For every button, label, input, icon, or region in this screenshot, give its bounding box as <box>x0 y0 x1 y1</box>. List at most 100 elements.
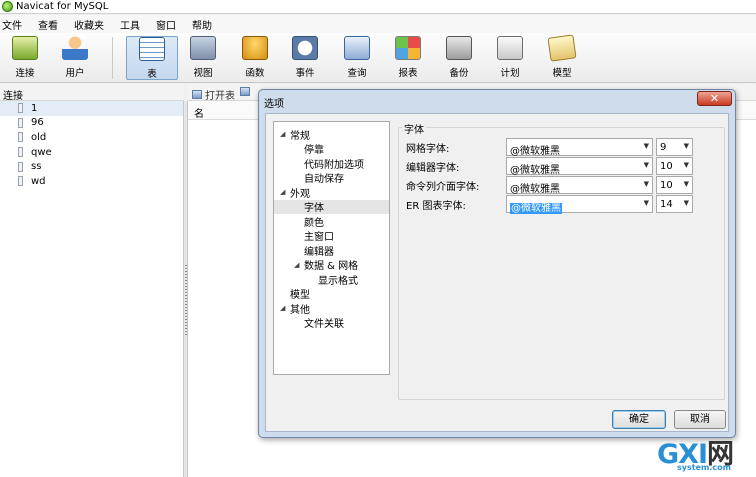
editor-font-size-select[interactable]: 10 ▼ <box>656 157 693 175</box>
connection-name: 96 <box>31 117 44 129</box>
table-button[interactable]: 表 <box>126 36 178 80</box>
menu-help[interactable]: 帮助 <box>192 17 212 32</box>
connection-icon <box>18 117 23 128</box>
query-button[interactable]: 查询 <box>340 36 374 80</box>
tree-item-data-grid[interactable]: ◢ 数据 & 网格 <box>294 258 358 273</box>
tree-item-model[interactable]: 模型 <box>290 287 310 301</box>
connection-name: 1 <box>31 102 38 114</box>
connection-item[interactable]: ss <box>0 159 183 174</box>
splitter-grip-icon[interactable] <box>185 265 187 335</box>
navicat-logo-icon <box>2 1 13 12</box>
editor-font-label: 编辑器字体: <box>406 163 460 174</box>
connection-name: old <box>31 131 47 143</box>
tree-item-general[interactable]: ◢ 常规 <box>280 127 310 142</box>
query-label: 查询 <box>347 68 367 79</box>
model-button[interactable]: 模型 <box>545 34 579 80</box>
menu-favorites[interactable]: 收藏夹 <box>74 17 104 32</box>
connection-item[interactable]: wd <box>0 174 183 189</box>
tree-item-autosave[interactable]: 自动保存 <box>304 171 344 185</box>
schedule-label: 计划 <box>500 68 520 79</box>
er-font-select[interactable]: @微软雅黑 ▼ <box>506 195 653 214</box>
connection-pane-header: 连接 <box>0 84 184 102</box>
connection-icon <box>18 132 23 143</box>
connection-name: wd <box>31 175 46 187</box>
expand-triangle-icon[interactable]: ◢ <box>280 188 290 196</box>
report-icon <box>395 36 421 60</box>
design-table-icon <box>240 87 250 96</box>
view-label: 视图 <box>193 68 213 79</box>
ok-button[interactable]: 确定 <box>612 410 666 429</box>
connection-item[interactable]: old <box>0 130 183 145</box>
close-icon[interactable]: ✕ <box>697 91 732 106</box>
connect-label: 连接 <box>15 68 35 79</box>
menu-window[interactable]: 窗口 <box>156 17 176 32</box>
editor-font-select[interactable]: @微软雅黑 ▼ <box>506 157 653 176</box>
event-button[interactable]: 事件 <box>288 36 322 80</box>
cli-font-size-select[interactable]: 10 ▼ <box>656 176 693 194</box>
design-table-button[interactable] <box>240 87 253 96</box>
connect-button[interactable]: 连接 <box>8 36 42 80</box>
dropdown-arrow-icon: ▼ <box>683 161 689 169</box>
connection-item[interactable]: qwe <box>0 145 183 160</box>
tree-item-docking[interactable]: 停靠 <box>304 142 324 156</box>
grid-font-value: @微软雅黑 <box>510 146 560 157</box>
cancel-button[interactable]: 取消 <box>674 410 726 429</box>
expand-triangle-icon[interactable]: ◢ <box>280 304 290 312</box>
tree-label: 常规 <box>290 130 310 142</box>
dropdown-arrow-icon: ▼ <box>683 142 689 150</box>
watermark-g: G <box>657 439 679 470</box>
editor-font-size-value: 10 <box>660 161 673 172</box>
tree-item-editor[interactable]: 编辑器 <box>304 243 334 258</box>
user-button[interactable]: 用户 <box>58 36 92 80</box>
menu-tools[interactable]: 工具 <box>120 17 140 32</box>
tree-item-display-format[interactable]: 显示格式 <box>318 272 358 287</box>
er-font-size-select[interactable]: 14 ▼ <box>656 195 693 213</box>
tree-item-code-options[interactable]: 代码附加选项 <box>304 156 364 171</box>
expand-triangle-icon[interactable]: ◢ <box>280 130 290 138</box>
watermark-domain: system.com <box>677 463 731 472</box>
menu-file[interactable]: 文件 <box>2 17 22 32</box>
main-toolbar: 连接 用户 表 视图 函数 事件 查询 报表 备份 计划 模型 <box>0 33 756 83</box>
function-button[interactable]: 函数 <box>238 36 272 80</box>
tree-item-other[interactable]: ◢ 其他 <box>280 301 310 316</box>
connection-item[interactable]: 1 <box>0 101 183 116</box>
dialog-titlebar[interactable]: 选项 ✕ <box>259 90 735 112</box>
options-dialog: 选项 ✕ ◢ 常规 停靠 代码附加选项 自动保存 ◢ 外观 字体 颜色 主窗口 … <box>258 89 736 438</box>
tree-item-main-window[interactable]: 主窗口 <box>304 229 334 243</box>
menu-view[interactable]: 查看 <box>38 17 58 32</box>
open-table-button[interactable]: 打开表 <box>192 87 235 102</box>
model-icon <box>547 34 577 62</box>
connection-name: qwe <box>31 146 52 158</box>
dropdown-arrow-icon: ▼ <box>643 142 649 150</box>
grid-font-size-value: 9 <box>660 142 667 153</box>
dropdown-arrow-icon: ▼ <box>683 180 689 188</box>
schedule-button[interactable]: 计划 <box>493 36 527 80</box>
dropdown-arrow-icon: ▼ <box>643 199 649 207</box>
cli-font-select[interactable]: @微软雅黑 ▼ <box>506 176 653 195</box>
tree-item-color[interactable]: 颜色 <box>304 214 324 229</box>
report-label: 报表 <box>398 68 418 79</box>
tree-item-file-assoc[interactable]: 文件关联 <box>304 316 344 330</box>
tree-item-font[interactable]: 字体 <box>274 199 389 214</box>
view-button[interactable]: 视图 <box>186 36 220 80</box>
section-title: 字体 <box>402 121 426 136</box>
er-font-value: @微软雅黑 <box>510 203 562 214</box>
connection-icon <box>18 147 23 158</box>
connection-item[interactable]: 96 <box>0 116 183 131</box>
function-icon <box>242 36 268 60</box>
connection-tree: 1 96 old qwe ss wd <box>0 101 184 477</box>
query-icon <box>344 36 370 60</box>
open-table-label: 打开表 <box>205 91 235 102</box>
connect-icon <box>12 36 38 60</box>
grid-font-size-select[interactable]: 9 ▼ <box>656 138 693 156</box>
expand-triangle-icon[interactable]: ◢ <box>294 261 304 269</box>
tree-item-appearance[interactable]: ◢ 外观 <box>280 185 310 200</box>
font-settings-panel: 字体 网格字体: @微软雅黑 ▼ 9 ▼ 编辑器字体: @微软雅黑 ▼ 10 ▼… <box>396 121 725 400</box>
title-bar: Navicat for MySQL <box>0 0 756 14</box>
grid-font-select[interactable]: @微软雅黑 ▼ <box>506 138 653 157</box>
backup-button[interactable]: 备份 <box>442 36 476 80</box>
report-button[interactable]: 报表 <box>391 36 425 80</box>
open-table-icon <box>192 90 202 99</box>
connection-icon <box>18 103 23 114</box>
er-font-size-value: 14 <box>660 199 673 210</box>
